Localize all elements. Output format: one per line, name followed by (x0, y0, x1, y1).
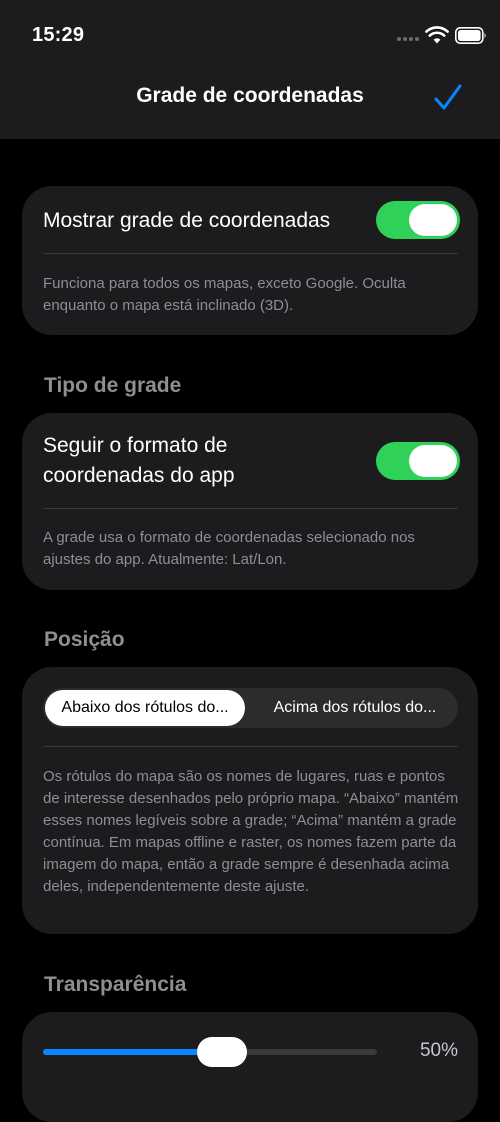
slider-fill (43, 1049, 222, 1055)
cellular-signal-icon (397, 37, 421, 43)
segment-above-labels[interactable]: Acima dos rótulos do... (255, 690, 455, 726)
navigation-bar: 15:29 Grade de coordenadas (0, 0, 500, 139)
divider (43, 746, 458, 747)
toggle-knob (409, 204, 457, 236)
grid-type-card: Seguir o formato de coordenadas do app A… (22, 413, 478, 590)
transparency-value: 50% (419, 1040, 458, 1061)
toggle-knob (409, 445, 457, 477)
position-segmented-control: Abaixo dos rótulos do... Acima dos rótul… (43, 688, 458, 728)
status-time: 15:29 (32, 24, 85, 46)
done-button[interactable] (430, 82, 466, 114)
show-grid-label: Mostrar grade de coordenadas (43, 209, 331, 232)
battery-icon (455, 27, 486, 44)
page-title: Grade de coordenadas (136, 84, 364, 107)
slider-thumb[interactable] (197, 1037, 247, 1067)
section-header-position: Posição (44, 628, 125, 651)
show-grid-note: Funciona para todos os mapas, exceto Goo… (43, 275, 406, 314)
position-note: Os rótulos do mapa são os nomes de lugar… (43, 768, 459, 895)
divider (43, 508, 458, 509)
position-card: Abaixo dos rótulos do... Acima dos rótul… (22, 667, 478, 934)
follow-format-label-line1: Seguir o formato de (43, 434, 228, 457)
wifi-icon (425, 26, 449, 44)
divider (43, 253, 458, 254)
segment-below-labels[interactable]: Abaixo dos rótulos do... (45, 690, 245, 726)
show-grid-card: Mostrar grade de coordenadas Funciona pa… (22, 186, 478, 335)
show-grid-toggle[interactable] (376, 201, 460, 239)
follow-format-label-line2: coordenadas do app (43, 464, 235, 487)
section-header-grid-type: Tipo de grade (44, 374, 182, 397)
grid-type-note: A grade usa o formato de coordenadas sel… (43, 529, 415, 568)
follow-format-toggle[interactable] (376, 442, 460, 480)
transparency-card: 50% (22, 1012, 478, 1122)
section-header-transparency: Transparência (44, 973, 187, 996)
checkmark-icon (434, 84, 462, 110)
transparency-slider[interactable] (43, 1037, 377, 1067)
